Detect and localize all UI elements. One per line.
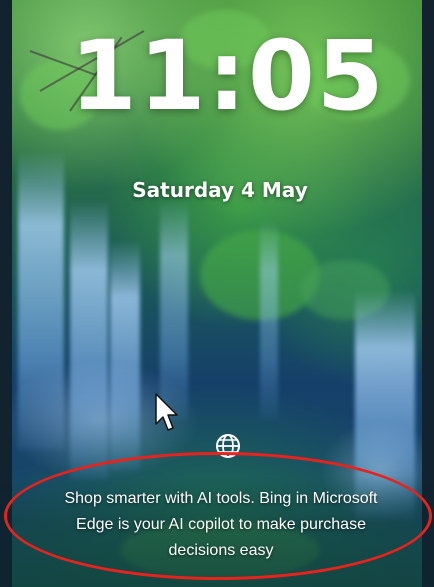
lock-screen: 11:05 Saturday 4 May Shop smarter with A… (0, 0, 434, 587)
red-annotation-ellipse (4, 452, 432, 580)
lock-date: Saturday 4 May (132, 178, 308, 202)
lock-clock: 11:05 (70, 20, 386, 132)
mouse-pointer-icon (155, 393, 178, 431)
